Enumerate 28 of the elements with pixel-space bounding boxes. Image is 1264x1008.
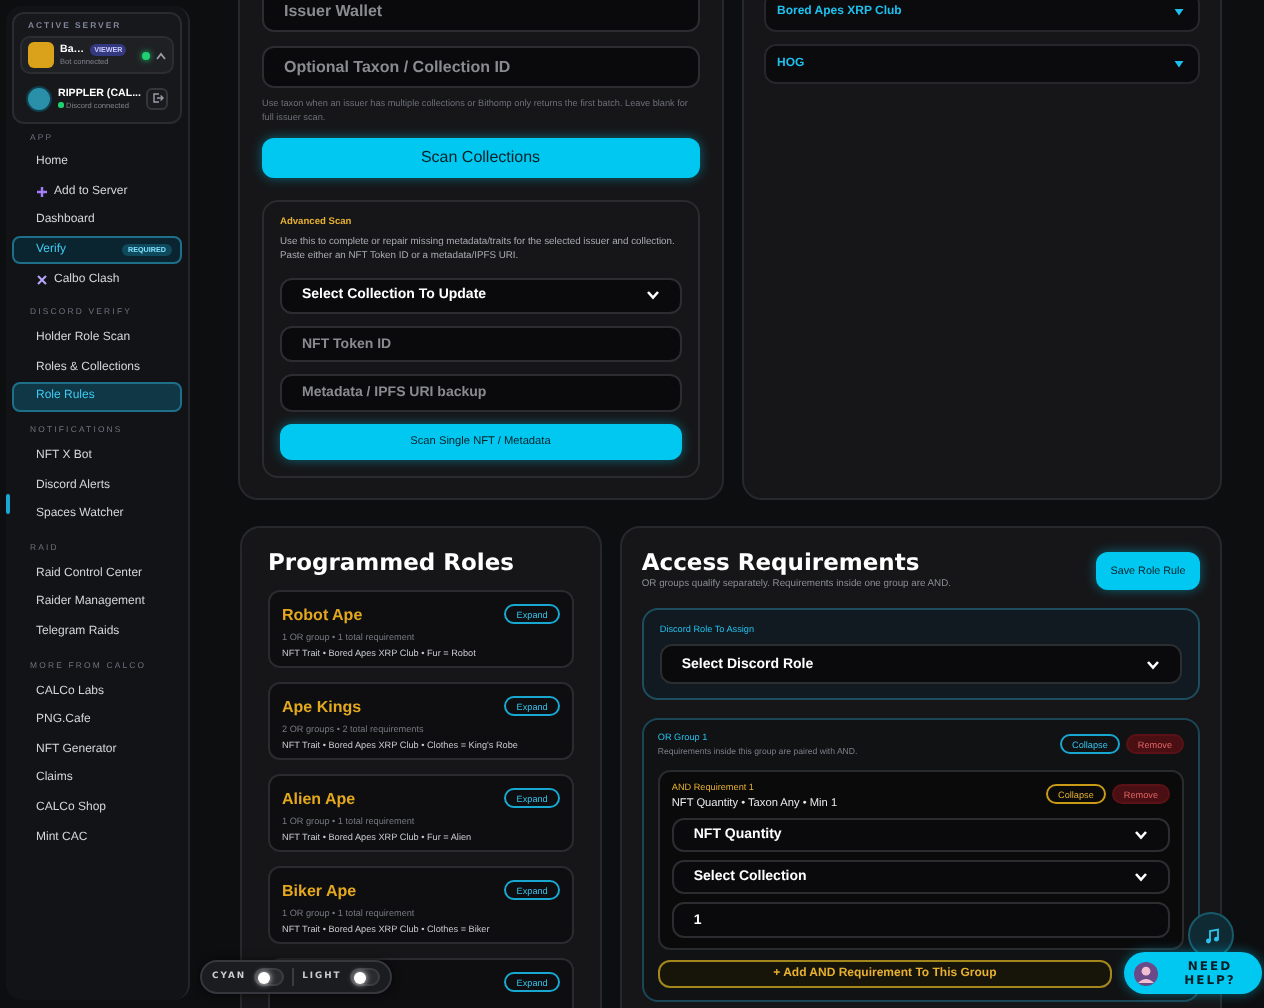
- role-name: Alien Ape: [282, 789, 356, 807]
- logout-button[interactable]: [146, 87, 168, 109]
- chevron-down-icon: [1134, 872, 1148, 882]
- toggle-switch[interactable]: [349, 968, 380, 986]
- text-field[interactable]: Optional Taxon / Collection ID: [262, 46, 699, 89]
- scan-collections-button[interactable]: Scan Collections: [262, 137, 699, 178]
- scrollbar-thumb[interactable]: [6, 494, 10, 514]
- chevron-down-icon: [1146, 659, 1160, 669]
- chevron-down-icon: [645, 290, 659, 301]
- music-note-icon: [1203, 927, 1219, 943]
- triangle-down-icon: [1174, 8, 1184, 16]
- panel-title: Programmed Roles: [268, 546, 517, 578]
- account-avatar: [26, 85, 52, 111]
- chevron-down-icon: [1134, 830, 1148, 840]
- role-name: Robot Ape: [282, 605, 363, 623]
- caret-up-icon: [156, 51, 166, 59]
- cross-swords-icon: [36, 273, 48, 286]
- server-logo: [28, 42, 54, 68]
- text-field[interactable]: Issuer Wallet: [262, 0, 699, 33]
- status-dot: [142, 51, 150, 59]
- toggle-switch[interactable]: [254, 968, 285, 986]
- role-name: Biker Ape: [282, 881, 357, 899]
- logout-icon: [151, 92, 163, 104]
- panel-title: Access Requirements: [641, 546, 922, 578]
- avatar-icon: [1134, 961, 1158, 985]
- plus-icon: [36, 185, 48, 198]
- triangle-down-icon: [1174, 60, 1184, 68]
- role-name: Ape Kings: [282, 697, 362, 715]
